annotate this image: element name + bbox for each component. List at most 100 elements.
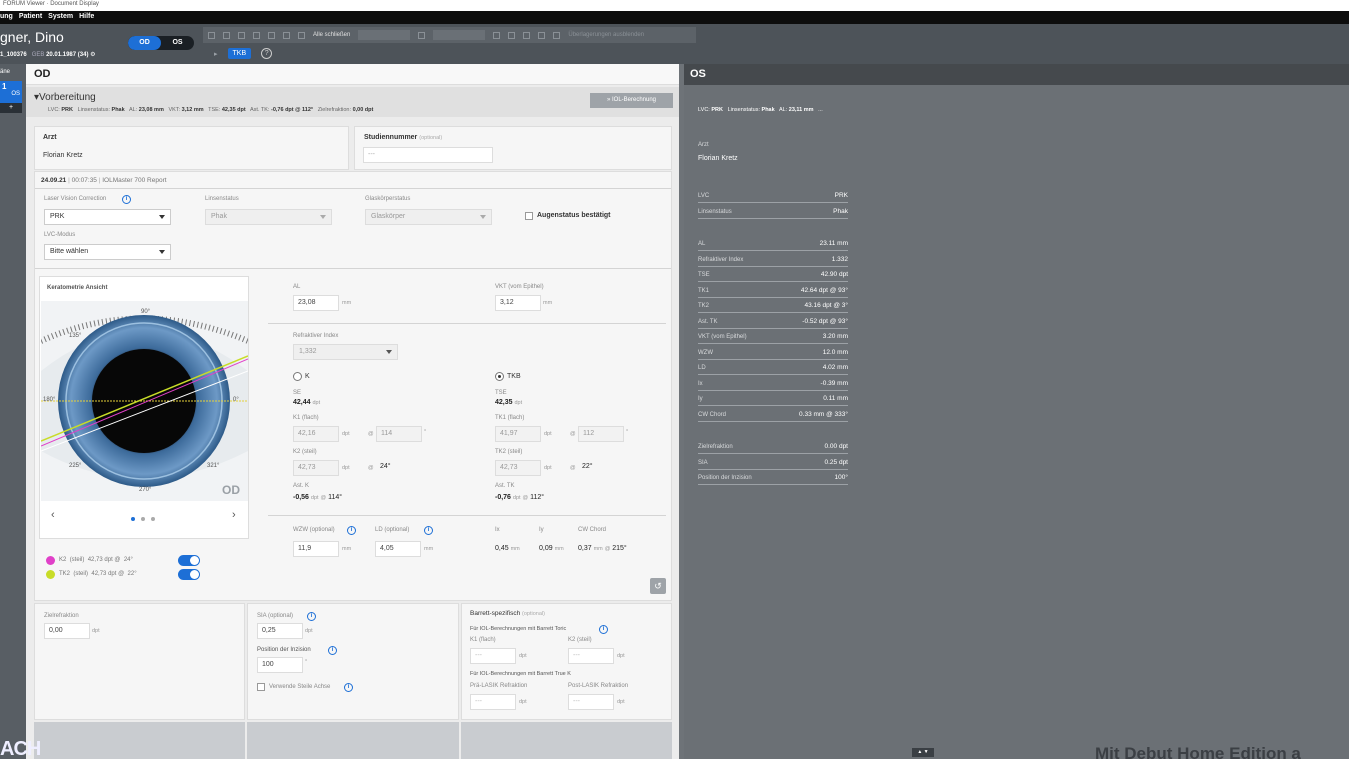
linsenstatus-select-value: Phak — [211, 213, 227, 220]
barrett-k2-input[interactable]: --- — [568, 648, 614, 664]
pos-info-icon[interactable]: i — [328, 646, 337, 655]
fit-icon[interactable] — [508, 31, 516, 39]
lvc-select[interactable]: PRK — [44, 209, 171, 225]
pre-lasik-input[interactable]: --- — [470, 694, 516, 710]
k2-input[interactable]: 42,73 — [293, 460, 339, 476]
wzw-info-icon[interactable]: i — [347, 526, 356, 535]
os-title: OS — [684, 64, 1349, 85]
eye-toggle-os[interactable]: OS — [161, 36, 194, 50]
chevron-down-icon — [480, 215, 486, 219]
al-input[interactable]: 23,08 — [293, 295, 339, 311]
tk2-legend-value: 42,73 — [91, 571, 107, 577]
tk2-input[interactable]: 42,73 — [495, 460, 541, 476]
tk2-visibility-toggle[interactable] — [178, 569, 200, 580]
redo-icon[interactable] — [238, 31, 245, 39]
fullscreen-icon[interactable] — [523, 31, 531, 39]
tkb-button[interactable]: TKB — [227, 48, 252, 59]
undo-icon[interactable] — [223, 31, 230, 39]
trash-icon[interactable] — [298, 31, 305, 39]
k1-input[interactable]: 42,16 — [293, 426, 339, 442]
os-sum-ls-label: Linsenstatus: — [727, 107, 760, 113]
close-all-button[interactable]: Alle schließen — [313, 32, 350, 38]
carousel-next-icon[interactable]: › — [232, 509, 236, 521]
ix-value: 0,45 mm — [495, 545, 520, 552]
os-row-underline — [698, 405, 848, 406]
ziel-unit: dpt — [92, 628, 100, 634]
grid-icon[interactable] — [208, 31, 215, 39]
compare-icon[interactable] — [553, 31, 561, 39]
augenstatus-checkbox[interactable] — [525, 212, 533, 220]
zoom-in-icon[interactable] — [493, 31, 501, 39]
k2-legend-dot — [46, 556, 55, 565]
carousel-dot[interactable] — [151, 517, 155, 521]
k2-legend-value: 42,73 — [87, 557, 103, 563]
zoom-icon[interactable] — [418, 31, 426, 39]
ix-number: 0,45 — [495, 545, 509, 552]
ld-info-icon[interactable]: i — [424, 526, 433, 535]
eye-toggle-od[interactable]: OD — [128, 36, 161, 50]
patient-id: 1_100376 — [0, 52, 27, 58]
menu-item-0[interactable]: ung — [0, 13, 13, 24]
k2-visibility-toggle[interactable] — [178, 555, 200, 566]
refr-index-select[interactable]: 1,332 — [293, 344, 398, 360]
steile-info-icon[interactable]: i — [344, 683, 353, 692]
ziel-input[interactable]: 0,00 — [44, 623, 90, 639]
overlay-toggle[interactable]: Überlagerungen ausblenden — [568, 32, 644, 38]
os-summary: LVC: PRK Linsenstatus: Phak AL: 23,11 mm… — [698, 107, 823, 113]
menu-item-system[interactable]: System — [48, 13, 73, 24]
tkb-radio[interactable] — [495, 372, 504, 381]
add-plan-button[interactable]: + — [0, 103, 22, 113]
os-row-label: AL — [698, 241, 706, 247]
se-number: 42,44 — [293, 399, 311, 406]
layout-dropdown[interactable] — [358, 30, 411, 40]
zoom-dropdown[interactable] — [433, 30, 486, 40]
barrett-info-icon[interactable]: i — [599, 625, 608, 634]
linsenstatus-select[interactable]: Phak — [205, 209, 332, 225]
play-icon[interactable]: ▸ — [214, 50, 218, 58]
plan-item-selected[interactable]: 1 OS — [0, 81, 22, 103]
k1-axis-input[interactable]: 114 — [376, 426, 422, 442]
save-icon[interactable] — [253, 31, 260, 39]
os-row-underline — [698, 420, 848, 422]
carousel-prev-icon[interactable]: ‹ — [51, 509, 55, 521]
se-value: 42,44 dpt — [293, 399, 320, 406]
carousel-dot[interactable] — [141, 517, 145, 521]
lvc-info-icon[interactable]: i — [122, 195, 131, 204]
barrett-k1-input[interactable]: --- — [470, 648, 516, 664]
pos-input[interactable]: 100 — [257, 657, 303, 673]
ld-input[interactable]: 4,05 — [375, 541, 421, 557]
os-row-label: Iy — [698, 396, 703, 402]
help-icon[interactable]: ? — [261, 48, 273, 59]
carousel-dot-active[interactable] — [131, 517, 135, 521]
sia-input[interactable]: 0,25 — [257, 623, 303, 639]
sum-ls: Phak — [111, 107, 125, 113]
iol-calculation-button[interactable]: » IOL-Berechnung — [590, 93, 673, 108]
os-row-value: 42.90 dpt — [820, 271, 848, 278]
print-icon[interactable] — [268, 31, 275, 39]
menu-item-patient[interactable]: Patient — [19, 13, 42, 24]
tk1-axis-input[interactable]: 112 — [578, 426, 624, 442]
os-row-label: Position der Inzision — [698, 475, 752, 481]
studiennummer-input[interactable]: --- — [363, 147, 493, 163]
link-icon[interactable] — [538, 31, 546, 39]
k-radio[interactable] — [293, 372, 302, 381]
astk-value: -0,56 dpt @ 114° — [293, 494, 342, 501]
tk1-input[interactable]: 41,97 — [495, 426, 541, 442]
scroll-buttons[interactable]: ▲ ▼ — [912, 748, 934, 757]
al-unit: mm — [342, 300, 352, 306]
post-lasik-input[interactable]: --- — [568, 694, 614, 710]
wzw-input[interactable]: 11,9 — [293, 541, 339, 557]
sum-ziel-label: Zielrefraktion: — [317, 107, 352, 113]
sia-info-icon[interactable]: i — [307, 612, 316, 621]
menu-item-hilfe[interactable]: Hilfe — [79, 13, 94, 24]
steile-achse-checkbox[interactable] — [257, 683, 265, 691]
lvc-modus-select[interactable]: Bitte wählen — [44, 244, 171, 260]
glaskoerper-select[interactable]: Glaskörper — [365, 209, 492, 225]
reset-icon[interactable]: ↺ — [650, 578, 666, 594]
k-radio-label: K — [305, 373, 310, 380]
vkt-unit: mm — [543, 300, 553, 306]
export-icon[interactable] — [283, 31, 290, 39]
preparation-title[interactable]: ▾Vorbereitung — [34, 92, 96, 103]
vkt-input[interactable]: 3,12 — [495, 295, 541, 311]
eye-svg — [41, 301, 248, 501]
